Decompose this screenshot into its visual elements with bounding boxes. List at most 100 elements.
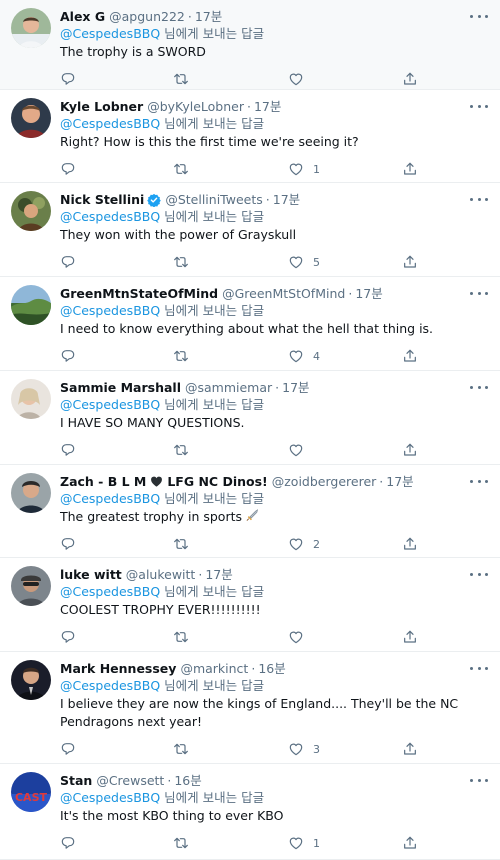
reply-mention-link[interactable]: @CespedesBBQ [60,678,160,693]
author-handle[interactable]: @byKyleLobner [147,98,244,115]
tweet[interactable]: Zach - B L M LFG NC Dinos! @zoidbergererer… [0,465,500,558]
share-button[interactable] [402,740,418,758]
author-name[interactable]: Sammie Marshall [60,379,181,396]
more-options-icon[interactable] [470,8,488,24]
share-button[interactable] [402,441,418,459]
more-options-icon[interactable] [470,379,488,395]
reply-mention-link[interactable]: @CespedesBBQ [60,116,160,131]
reply-button[interactable] [60,535,76,553]
author-name[interactable]: luke witt [60,566,122,583]
share-button[interactable] [402,253,418,271]
like-button[interactable]: 1 [288,834,320,852]
share-button[interactable] [402,70,418,88]
timestamp[interactable]: 17분 [273,191,300,208]
author-name[interactable]: Nick Stellini [60,191,144,208]
author-handle[interactable]: @alukewitt [126,566,196,583]
timestamp[interactable]: 17분 [254,98,281,115]
reply-button[interactable] [60,834,76,852]
author-handle[interactable]: @sammiemar [185,379,272,396]
timestamp[interactable]: 16분 [174,772,201,789]
like-button[interactable]: 2 [288,535,320,553]
like-button[interactable]: 5 [288,253,320,271]
share-button[interactable] [402,347,418,365]
author-name[interactable]: Alex G [60,8,105,25]
reply-mention-link[interactable]: @CespedesBBQ [60,209,160,224]
retweet-button[interactable] [173,740,189,758]
retweet-button[interactable] [173,441,189,459]
tweet[interactable]: CAST Stan @Crewsett · 16분 @CespedesBBQ 님에게 … [0,764,500,860]
share-button[interactable] [402,628,418,646]
retweet-button[interactable] [173,160,189,178]
reply-button[interactable] [60,740,76,758]
retweet-button[interactable] [173,834,189,852]
author-name-suffix[interactable]: LFG NC Dinos! [167,473,267,490]
more-options-icon[interactable] [470,191,488,207]
share-button[interactable] [402,834,418,852]
timestamp[interactable]: 17분 [386,473,413,490]
avatar[interactable]: CAST [11,772,51,812]
avatar[interactable] [11,379,51,419]
more-options-icon[interactable] [470,285,488,301]
retweet-button[interactable] [173,628,189,646]
reply-mention-link[interactable]: @CespedesBBQ [60,303,160,318]
avatar[interactable] [11,473,51,513]
share-button[interactable] [402,535,418,553]
reply-button[interactable] [60,70,76,88]
tweet[interactable]: Kyle Lobner @byKyleLobner · 17분 @CespedesBB… [0,90,500,183]
like-button[interactable]: 3 [288,740,320,758]
author-handle[interactable]: @markinct [180,660,248,677]
reply-button[interactable] [60,160,76,178]
author-handle[interactable]: @GreenMtStOfMind [222,285,345,302]
author-name[interactable]: GreenMtnStateOfMind [60,285,218,302]
avatar[interactable] [11,566,51,606]
more-options-icon[interactable] [470,660,488,676]
timestamp[interactable]: 17분 [195,8,222,25]
avatar[interactable] [11,8,51,48]
timestamp[interactable]: 17분 [355,285,382,302]
avatar[interactable] [11,98,51,138]
tweet[interactable]: GreenMtnStateOfMind @GreenMtStOfMind · 17분 … [0,277,500,371]
more-options-icon[interactable] [470,772,488,788]
like-button[interactable]: 1 [288,160,320,178]
reply-mention-link[interactable]: @CespedesBBQ [60,491,160,506]
retweet-button[interactable] [173,535,189,553]
reply-button[interactable] [60,253,76,271]
retweet-button[interactable] [173,347,189,365]
reply-button[interactable] [60,441,76,459]
reply-mention-link[interactable]: @CespedesBBQ [60,397,160,412]
author-name[interactable]: Kyle Lobner [60,98,143,115]
more-options-icon[interactable] [470,566,488,582]
reply-mention-link[interactable]: @CespedesBBQ [60,584,160,599]
tweet[interactable]: Mark Hennessey @markinct · 16분 @CespedesBBQ… [0,652,500,764]
reply-button[interactable] [60,628,76,646]
timestamp[interactable]: 17분 [205,566,232,583]
avatar[interactable] [11,660,51,700]
author-handle[interactable]: @apgun222 [109,8,185,25]
reply-button[interactable] [60,347,76,365]
author-handle[interactable]: @StelliniTweets [165,191,262,208]
tweet[interactable]: Alex G @apgun222 · 17분 @CespedesBBQ 님에게 보내는… [0,0,500,90]
author-name[interactable]: Mark Hennessey [60,660,176,677]
like-button[interactable] [288,70,313,88]
like-button[interactable] [288,441,313,459]
author-handle[interactable]: @zoidbergererer [272,473,377,490]
tweet[interactable]: Nick Stellini @StelliniTweets · 17분 @Cesped… [0,183,500,277]
avatar[interactable] [11,285,51,325]
author-name[interactable]: Stan [60,772,92,789]
author-handle[interactable]: @Crewsett [96,772,164,789]
like-button[interactable]: 4 [288,347,320,365]
more-options-icon[interactable] [470,98,488,114]
share-button[interactable] [402,160,418,178]
retweet-button[interactable] [173,253,189,271]
avatar[interactable] [11,191,51,231]
retweet-button[interactable] [173,70,189,88]
reply-mention-link[interactable]: @CespedesBBQ [60,790,160,805]
author-name[interactable]: Zach - B L M [60,473,146,490]
reply-mention-link[interactable]: @CespedesBBQ [60,26,160,41]
tweet[interactable]: luke witt @alukewitt · 17분 @CespedesBBQ 님에게… [0,558,500,652]
tweet[interactable]: Sammie Marshall @sammiemar · 17분 @CespedesB… [0,371,500,465]
timestamp[interactable]: 16분 [258,660,285,677]
timestamp[interactable]: 17분 [282,379,309,396]
like-button[interactable] [288,628,313,646]
more-options-icon[interactable] [470,473,488,489]
